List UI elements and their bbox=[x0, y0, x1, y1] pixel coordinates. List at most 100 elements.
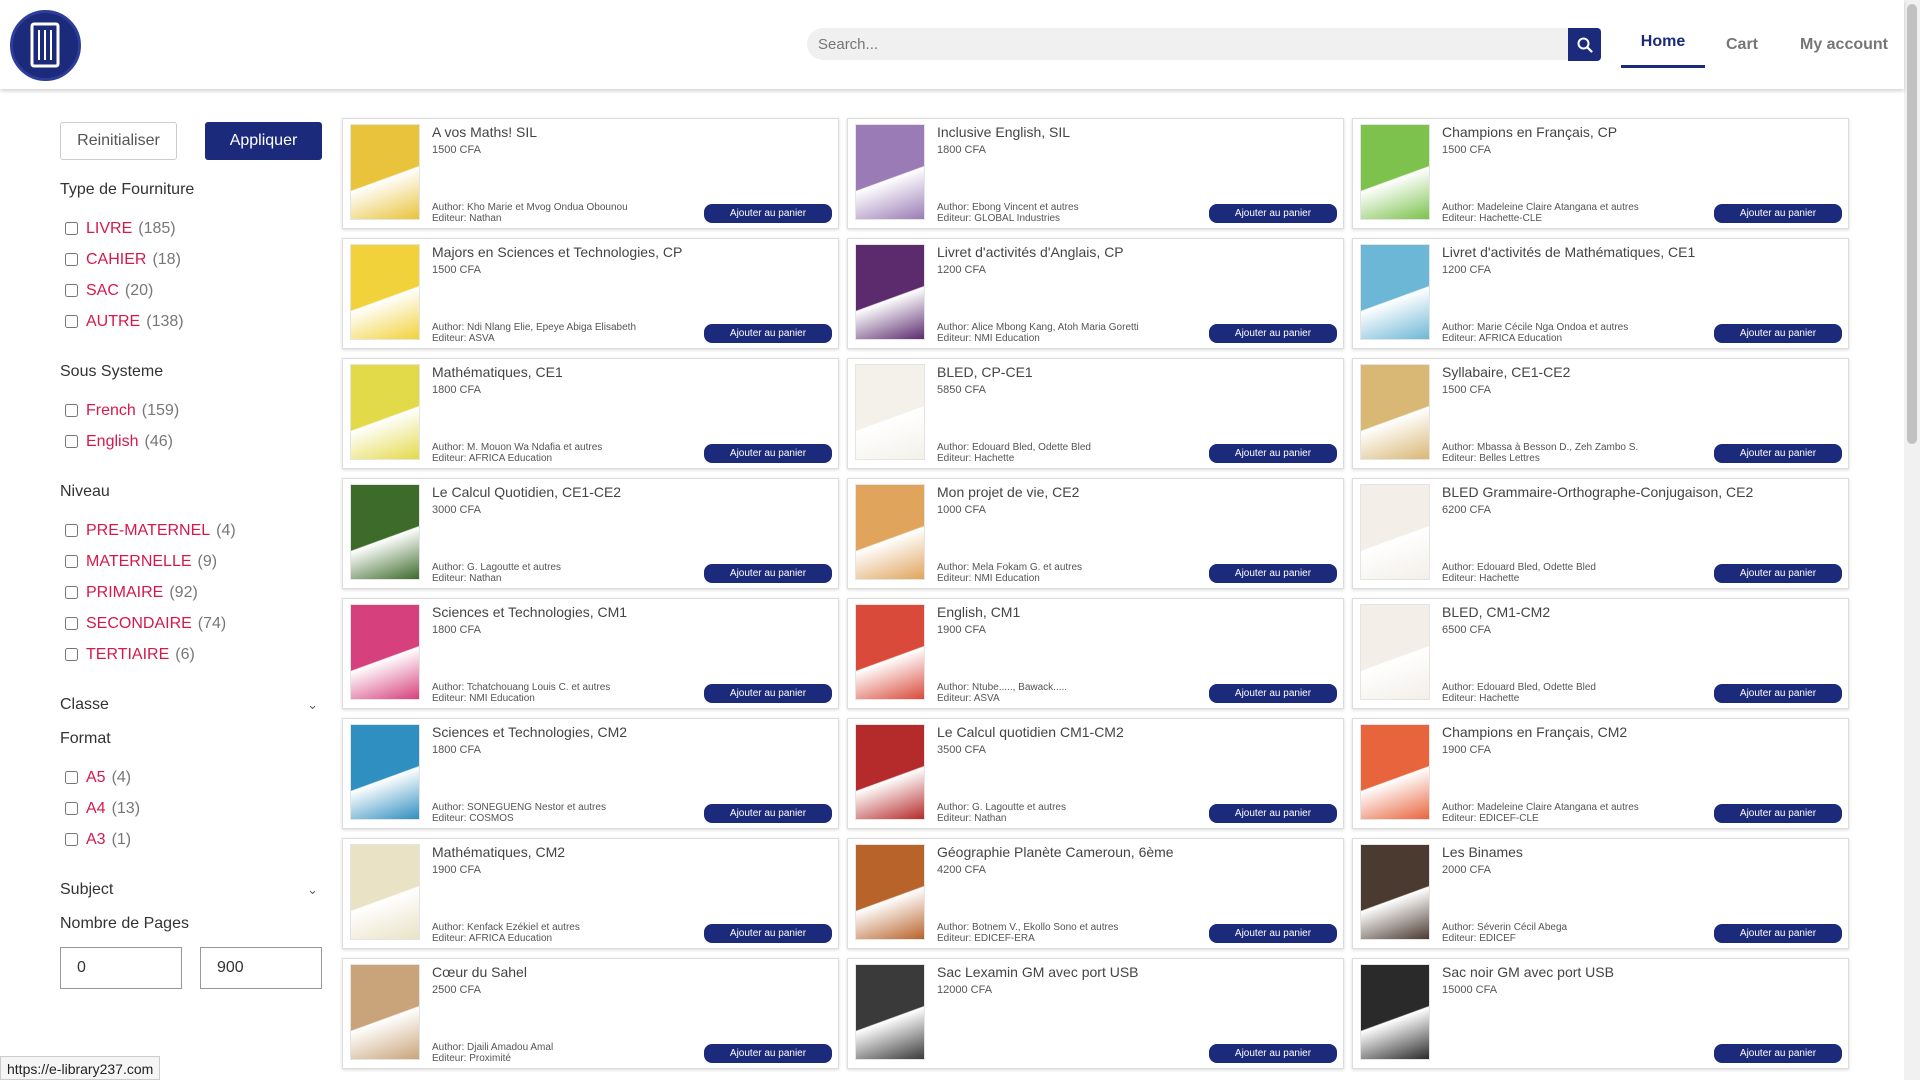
add-to-cart-button[interactable]: Ajouter au panier bbox=[1714, 684, 1842, 703]
product-title[interactable]: Syllabaire, CE1-CE2 bbox=[1442, 364, 1570, 380]
product-card[interactable]: BLED, CM1-CM2 6500 CFA Author: Edouard Ble… bbox=[1352, 598, 1849, 709]
product-title[interactable]: Sac Lexamin GM avec port USB bbox=[937, 964, 1139, 980]
product-card[interactable]: Champions en Français, CP 1500 CFA Author:… bbox=[1352, 118, 1849, 229]
product-card[interactable]: A vos Maths! SIL 1500 CFA Author: Kho Mari… bbox=[342, 118, 839, 229]
add-to-cart-button[interactable]: Ajouter au panier bbox=[1714, 324, 1842, 343]
product-cover-image[interactable] bbox=[350, 364, 420, 460]
filter-checkbox[interactable] bbox=[65, 524, 78, 537]
product-card[interactable]: BLED Grammaire-Orthographe-Conjugaison, … bbox=[1352, 478, 1849, 589]
product-title[interactable]: Livret d'activités de Mathématiques, CE1 bbox=[1442, 244, 1695, 260]
add-to-cart-button[interactable]: Ajouter au panier bbox=[704, 564, 832, 583]
product-title[interactable]: BLED, CP-CE1 bbox=[937, 364, 1033, 380]
nav-cart[interactable]: Cart bbox=[1715, 0, 1769, 89]
product-cover-image[interactable] bbox=[1360, 964, 1430, 1060]
product-card[interactable]: Cœur du Sahel 2500 CFA Author: Djaili Amad… bbox=[342, 958, 839, 1069]
product-cover-image[interactable] bbox=[1360, 604, 1430, 700]
filter-item-sac[interactable]: SAC (20) bbox=[60, 275, 322, 306]
product-cover-image[interactable] bbox=[350, 604, 420, 700]
scrollbar-thumb[interactable] bbox=[1907, 4, 1917, 444]
product-title[interactable]: Mathématiques, CE1 bbox=[432, 364, 563, 380]
product-cover-image[interactable] bbox=[350, 484, 420, 580]
filter-checkbox[interactable] bbox=[65, 315, 78, 328]
product-cover-image[interactable] bbox=[855, 964, 925, 1060]
product-cover-image[interactable] bbox=[350, 844, 420, 940]
filter-item-french[interactable]: French (159) bbox=[60, 395, 322, 426]
add-to-cart-button[interactable]: Ajouter au panier bbox=[1209, 564, 1337, 583]
filter-item-secondaire[interactable]: SECONDAIRE (74) bbox=[60, 608, 322, 639]
filter-item-a3[interactable]: A3 (1) bbox=[60, 824, 322, 855]
add-to-cart-button[interactable]: Ajouter au panier bbox=[1209, 924, 1337, 943]
add-to-cart-button[interactable]: Ajouter au panier bbox=[704, 804, 832, 823]
product-cover-image[interactable] bbox=[855, 364, 925, 460]
product-card[interactable]: Livret d'activités d'Anglais, CP 1200 CFA… bbox=[847, 238, 1344, 349]
product-cover-image[interactable] bbox=[350, 244, 420, 340]
product-cover-image[interactable] bbox=[855, 844, 925, 940]
product-card[interactable]: Sciences et Technologies, CM2 1800 CFA Aut… bbox=[342, 718, 839, 829]
filter-item-primaire[interactable]: PRIMAIRE (92) bbox=[60, 577, 322, 608]
product-cover-image[interactable] bbox=[855, 724, 925, 820]
product-cover-image[interactable] bbox=[350, 964, 420, 1060]
product-card[interactable]: Sac noir GM avec port USB 15000 CFA Ajoute… bbox=[1352, 958, 1849, 1069]
product-cover-image[interactable] bbox=[855, 604, 925, 700]
filter-item-pre-maternel[interactable]: PRE-MATERNEL (4) bbox=[60, 515, 322, 546]
product-cover-image[interactable] bbox=[350, 724, 420, 820]
product-title[interactable]: Mon projet de vie, CE2 bbox=[937, 484, 1079, 500]
product-title[interactable]: Les Binames bbox=[1442, 844, 1523, 860]
product-card[interactable]: Sciences et Technologies, CM1 1800 CFA Aut… bbox=[342, 598, 839, 709]
add-to-cart-button[interactable]: Ajouter au panier bbox=[704, 924, 832, 943]
filter-checkbox[interactable] bbox=[65, 771, 78, 784]
add-to-cart-button[interactable]: Ajouter au panier bbox=[704, 1044, 832, 1063]
product-title[interactable]: Champions en Français, CM2 bbox=[1442, 724, 1627, 740]
add-to-cart-button[interactable]: Ajouter au panier bbox=[1714, 804, 1842, 823]
add-to-cart-button[interactable]: Ajouter au panier bbox=[1209, 684, 1337, 703]
filter-checkbox[interactable] bbox=[65, 555, 78, 568]
filter-item-tertiaire[interactable]: TERTIAIRE (6) bbox=[60, 639, 322, 670]
product-card[interactable]: Champions en Français, CM2 1900 CFA Author… bbox=[1352, 718, 1849, 829]
add-to-cart-button[interactable]: Ajouter au panier bbox=[1714, 924, 1842, 943]
product-title[interactable]: BLED, CM1-CM2 bbox=[1442, 604, 1550, 620]
filter-checkbox[interactable] bbox=[65, 222, 78, 235]
product-title[interactable]: Sciences et Technologies, CM2 bbox=[432, 724, 627, 740]
add-to-cart-button[interactable]: Ajouter au panier bbox=[1209, 1044, 1337, 1063]
product-title[interactable]: Le Calcul quotidien CM1-CM2 bbox=[937, 724, 1124, 740]
product-cover-image[interactable] bbox=[1360, 844, 1430, 940]
filter-item-english[interactable]: English (46) bbox=[60, 426, 322, 457]
product-card[interactable]: English, CM1 1900 CFA Author: Ntube....., … bbox=[847, 598, 1344, 709]
filter-checkbox[interactable] bbox=[65, 833, 78, 846]
filter-item-livre[interactable]: LIVRE (185) bbox=[60, 213, 322, 244]
add-to-cart-button[interactable]: Ajouter au panier bbox=[1714, 564, 1842, 583]
filter-checkbox[interactable] bbox=[65, 617, 78, 630]
pages-min-input[interactable] bbox=[60, 947, 182, 989]
product-title[interactable]: Géographie Planète Cameroun, 6ème bbox=[937, 844, 1174, 860]
product-card[interactable]: Majors en Sciences et Technologies, CP 15… bbox=[342, 238, 839, 349]
product-card[interactable]: Mon projet de vie, CE2 1000 CFA Author: Me… bbox=[847, 478, 1344, 589]
apply-filters-button[interactable]: Appliquer bbox=[205, 122, 322, 160]
product-card[interactable]: Mathématiques, CM2 1900 CFA Author: Kenfac… bbox=[342, 838, 839, 949]
product-card[interactable]: Le Calcul Quotidien, CE1-CE2 3000 CFA Auth… bbox=[342, 478, 839, 589]
product-cover-image[interactable] bbox=[855, 484, 925, 580]
product-cover-image[interactable] bbox=[1360, 724, 1430, 820]
filter-checkbox[interactable] bbox=[65, 284, 78, 297]
add-to-cart-button[interactable]: Ajouter au panier bbox=[704, 684, 832, 703]
filter-checkbox[interactable] bbox=[65, 586, 78, 599]
filter-checkbox[interactable] bbox=[65, 648, 78, 661]
product-title[interactable]: Le Calcul Quotidien, CE1-CE2 bbox=[432, 484, 621, 500]
product-card[interactable]: Le Calcul quotidien CM1-CM2 3500 CFA Autho… bbox=[847, 718, 1344, 829]
product-title[interactable]: A vos Maths! SIL bbox=[432, 124, 537, 140]
add-to-cart-button[interactable]: Ajouter au panier bbox=[1209, 804, 1337, 823]
product-cover-image[interactable] bbox=[855, 244, 925, 340]
add-to-cart-button[interactable]: Ajouter au panier bbox=[1209, 444, 1337, 463]
reset-filters-button[interactable]: Reinitialiser bbox=[60, 122, 177, 160]
product-card[interactable]: Livret d'activités de Mathématiques, CE1… bbox=[1352, 238, 1849, 349]
product-title[interactable]: Champions en Français, CP bbox=[1442, 124, 1617, 140]
add-to-cart-button[interactable]: Ajouter au panier bbox=[704, 324, 832, 343]
product-card[interactable]: Inclusive English, SIL 1800 CFA Author: Eb… bbox=[847, 118, 1344, 229]
product-title[interactable]: Mathématiques, CM2 bbox=[432, 844, 565, 860]
add-to-cart-button[interactable]: Ajouter au panier bbox=[1714, 444, 1842, 463]
filter-item-cahier[interactable]: CAHIER (18) bbox=[60, 244, 322, 275]
product-card[interactable]: Les Binames 2000 CFA Author: Séverin Cécil… bbox=[1352, 838, 1849, 949]
product-title[interactable]: English, CM1 bbox=[937, 604, 1020, 620]
filter-item-a5[interactable]: A5 (4) bbox=[60, 762, 322, 793]
product-card[interactable]: Syllabaire, CE1-CE2 1500 CFA Author: Mbass… bbox=[1352, 358, 1849, 469]
product-title[interactable]: Livret d'activités d'Anglais, CP bbox=[937, 244, 1124, 260]
